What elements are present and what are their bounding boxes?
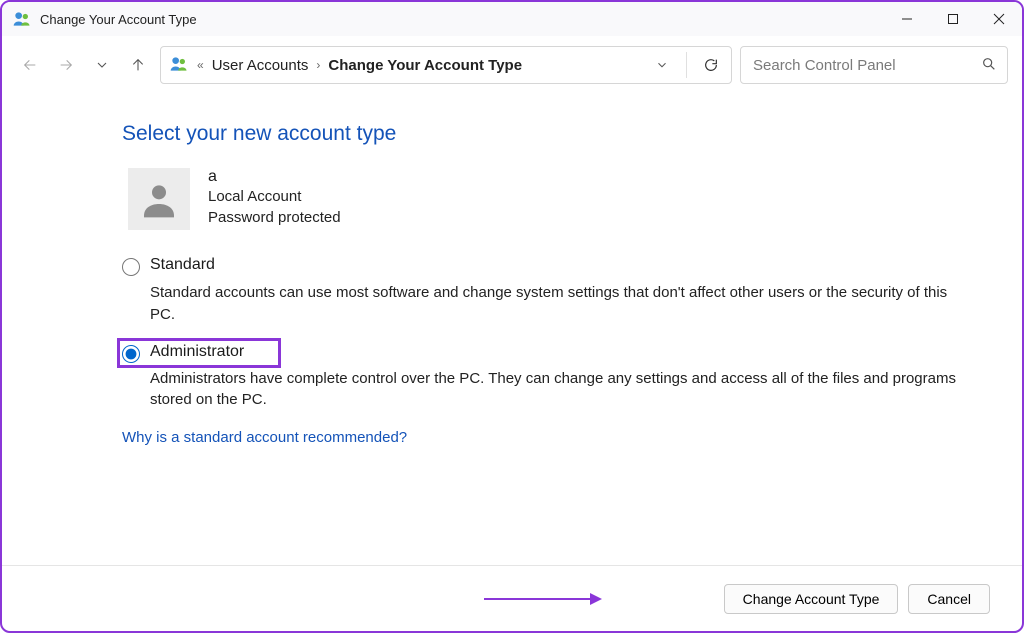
nav-toolbar: « User Accounts › Change Your Account Ty… [2,36,1022,94]
account-name: a [208,168,341,186]
recent-dropdown-button[interactable] [88,51,116,79]
titlebar: Change Your Account Type [2,2,1022,36]
up-button[interactable] [124,51,152,79]
search-input[interactable] [751,56,981,75]
option-standard-desc: Standard accounts can use most software … [150,282,958,326]
cancel-button[interactable]: Cancel [908,584,990,614]
account-type-label: Local Account [208,186,341,207]
addressbar-user-accounts-icon [169,54,189,77]
option-administrator-desc: Administrators have complete control ove… [150,368,958,412]
footer-bar: Change Account Type Cancel [2,565,1022,631]
radio-standard[interactable] [122,258,140,276]
minimize-button[interactable] [884,2,930,36]
annotation-highlight: Administrator [117,338,281,368]
search-box[interactable] [740,46,1008,84]
radio-administrator[interactable] [122,345,140,363]
change-account-type-button[interactable]: Change Account Type [724,584,899,614]
breadcrumb-user-accounts[interactable]: User Accounts [212,57,309,74]
account-status-label: Password protected [208,207,341,228]
option-administrator-label: Administrator [150,343,244,361]
user-accounts-icon [12,9,32,29]
refresh-button[interactable] [699,53,723,77]
page-heading: Select your new account type [122,122,958,146]
window-frame: Change Your Account Type [0,0,1024,633]
address-bar[interactable]: « User Accounts › Change Your Account Ty… [160,46,732,84]
maximize-button[interactable] [930,2,976,36]
breadcrumb-sep-icon: › [316,58,320,72]
address-dropdown-button[interactable] [650,53,674,77]
forward-button[interactable] [52,51,80,79]
window-title: Change Your Account Type [40,12,197,27]
breadcrumb-prefix: « [197,58,204,72]
back-button[interactable] [16,51,44,79]
close-button[interactable] [976,2,1022,36]
search-icon[interactable] [981,56,997,75]
avatar [128,168,190,230]
option-administrator[interactable]: Administrator [122,343,244,363]
option-standard[interactable]: Standard [122,254,958,278]
account-summary: a Local Account Password protected [128,168,958,230]
help-link[interactable]: Why is a standard account recommended? [122,429,407,446]
account-type-options: Standard Standard accounts can use most … [122,254,958,446]
option-standard-label: Standard [150,256,215,274]
breadcrumb-current[interactable]: Change Your Account Type [328,57,522,74]
annotation-arrow [482,590,602,608]
content-area: Select your new account type a Local Acc… [2,94,1022,565]
divider [686,52,687,78]
